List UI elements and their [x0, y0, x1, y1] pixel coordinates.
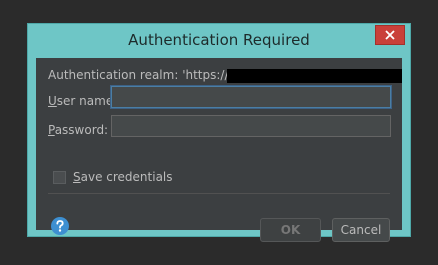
save-credentials-label: Save credentials: [73, 170, 173, 184]
desktop-background: Authentication Required Authentication r…: [0, 0, 438, 265]
save-credentials-checkbox[interactable]: [53, 170, 66, 184]
cancel-button[interactable]: Cancel: [332, 218, 390, 242]
password-input[interactable]: [111, 115, 391, 137]
close-button[interactable]: [375, 25, 405, 45]
realm-label: Authentication realm: 'https://svn.: [48, 68, 254, 82]
dialog-body: Authentication realm: 'https://svn. User…: [36, 58, 402, 242]
ok-button[interactable]: OK: [260, 218, 321, 242]
help-icon[interactable]: [50, 216, 70, 236]
authentication-dialog: Authentication Required Authentication r…: [27, 23, 411, 242]
password-label-rest: assword:: [54, 123, 109, 137]
save-credentials-option[interactable]: Save credentials: [53, 170, 173, 184]
title-bar[interactable]: Authentication Required: [28, 24, 410, 58]
separator: [48, 193, 390, 194]
password-label: Password:: [48, 123, 108, 137]
dialog-title: Authentication Required: [128, 31, 310, 49]
password-label-mnemonic: P: [48, 123, 55, 137]
username-label: User name:: [48, 94, 117, 108]
username-label-rest: ser name:: [56, 94, 118, 108]
close-icon: [385, 30, 395, 40]
save-credentials-label-rest: ave credentials: [80, 170, 173, 184]
username-label-mnemonic: U: [48, 94, 57, 108]
save-credentials-mnemonic: S: [73, 170, 81, 184]
username-input[interactable]: [111, 86, 391, 108]
redacted-realm-url: [227, 69, 402, 83]
